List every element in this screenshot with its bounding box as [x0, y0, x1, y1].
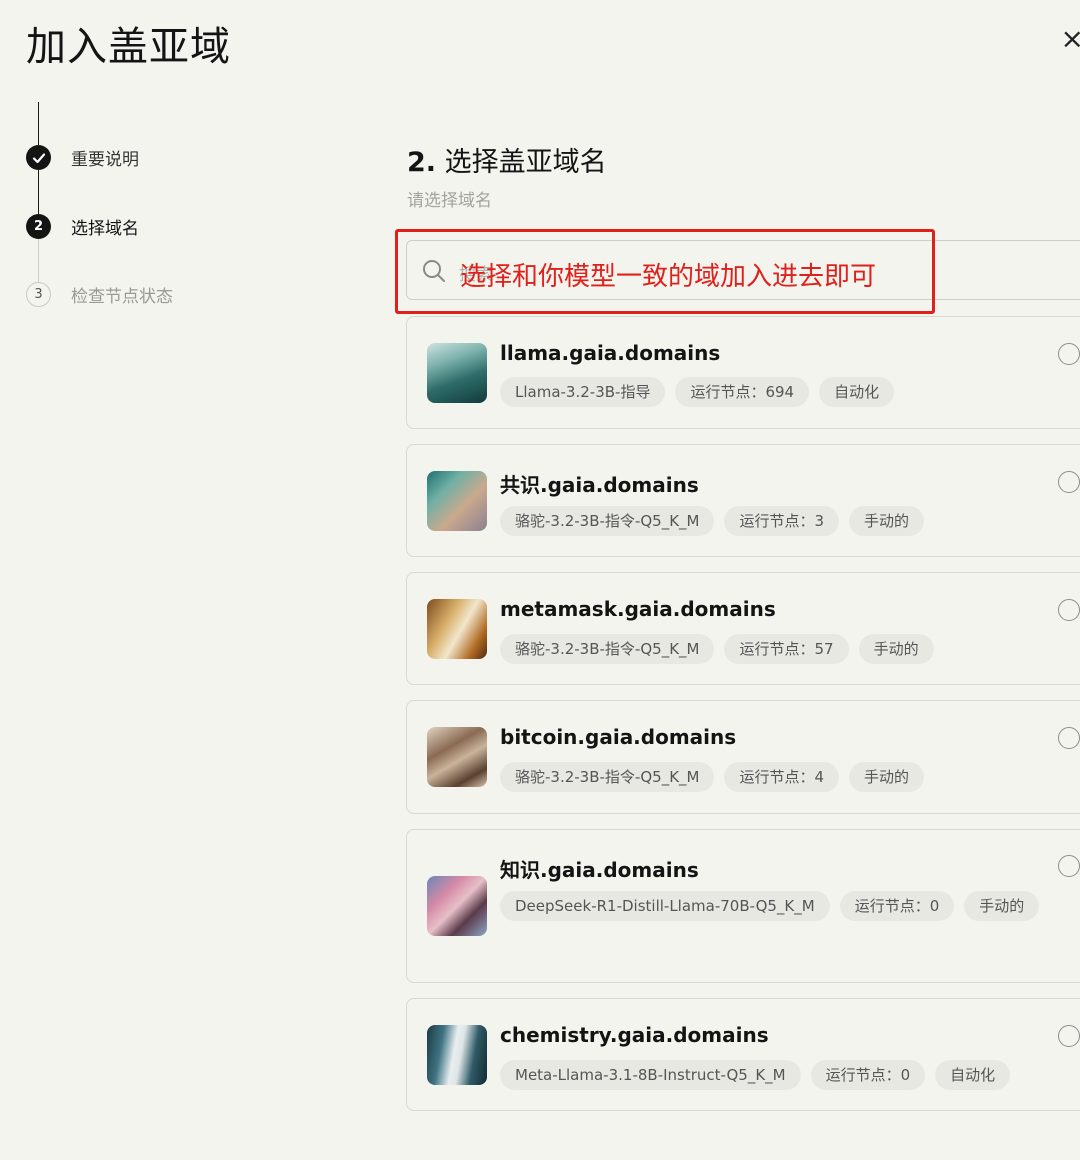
domain-name: chemistry.gaia.domains	[500, 1023, 769, 1047]
model-tag: Llama-3.2-3B-指导	[500, 377, 666, 407]
domain-tags: Meta-Llama-3.1-8B-Instruct-Q5_K_M 运行节点：0…	[500, 1060, 1040, 1090]
step-label: 重要说明	[71, 150, 139, 170]
domain-tags: 骆驼-3.2-3B-指令-Q5_K_M 运行节点：57 手动的	[500, 634, 1040, 664]
domain-card[interactable]: bitcoin.gaia.domains 骆驼-3.2-3B-指令-Q5_K_M…	[406, 700, 1080, 814]
model-tag: Meta-Llama-3.1-8B-Instruct-Q5_K_M	[500, 1060, 801, 1090]
model-tag: 骆驼-3.2-3B-指令-Q5_K_M	[500, 634, 715, 664]
step-check-node-status[interactable]: 3 检查节点状态	[26, 282, 173, 307]
domain-radio[interactable]	[1058, 727, 1080, 749]
mode-tag: 手动的	[858, 634, 934, 664]
section-title: 2. 选择盖亚域名	[407, 140, 607, 179]
model-tag: 骆驼-3.2-3B-指令-Q5_K_M	[500, 762, 715, 792]
domain-name: llama.gaia.domains	[500, 341, 721, 365]
nodes-tag: 运行节点：57	[724, 634, 849, 664]
nodes-tag: 运行节点：0	[839, 891, 955, 921]
domain-tags: 骆驼-3.2-3B-指令-Q5_K_M 运行节点：4 手动的	[500, 762, 1040, 792]
mode-tag: 自动化	[935, 1060, 1011, 1090]
domain-card[interactable]: metamask.gaia.domains 骆驼-3.2-3B-指令-Q5_K_…	[406, 572, 1080, 685]
stepper-line-mid	[38, 170, 39, 214]
domain-tags: 骆驼-3.2-3B-指令-Q5_K_M 运行节点：3 手动的	[500, 506, 1040, 536]
step-number: 3	[26, 282, 51, 307]
domain-name: 共识.gaia.domains	[500, 473, 699, 497]
domain-radio[interactable]	[1058, 471, 1080, 493]
domain-tags: DeepSeek-R1-Distill-Llama-70B-Q5_K_M 运行节…	[500, 891, 1040, 921]
domain-card[interactable]: 知识.gaia.domains DeepSeek-R1-Distill-Llam…	[406, 829, 1080, 983]
domain-thumbnail-image	[427, 727, 487, 787]
nodes-tag: 运行节点：4	[724, 762, 840, 792]
domain-thumbnail-image	[427, 471, 487, 531]
model-tag: DeepSeek-R1-Distill-Llama-70B-Q5_K_M	[500, 891, 830, 921]
mode-tag: 手动的	[849, 762, 925, 792]
domain-card[interactable]: 共识.gaia.domains 骆驼-3.2-3B-指令-Q5_K_M 运行节点…	[406, 444, 1080, 557]
model-tag: 骆驼-3.2-3B-指令-Q5_K_M	[500, 506, 715, 536]
annotation-text: 选择和你模型一致的域加入进去即可	[460, 262, 877, 292]
nodes-tag: 运行节点：694	[675, 377, 810, 407]
stepper-line-top	[38, 102, 39, 146]
domain-name: 知识.gaia.domains	[500, 858, 699, 882]
domain-thumbnail-image	[427, 343, 487, 403]
stepper-line-bottom	[38, 238, 39, 282]
domain-card[interactable]: chemistry.gaia.domains Meta-Llama-3.1-8B…	[406, 998, 1080, 1111]
domain-name: metamask.gaia.domains	[500, 597, 776, 621]
section-title-text: 选择盖亚域名	[436, 147, 607, 178]
step-select-domain[interactable]: 2 选择域名	[26, 214, 139, 239]
domain-radio[interactable]	[1058, 1025, 1080, 1047]
domain-thumbnail-image	[427, 876, 487, 936]
domain-radio[interactable]	[1058, 599, 1080, 621]
nodes-tag: 运行节点：0	[810, 1060, 926, 1090]
domain-thumbnail-image	[427, 1025, 487, 1085]
step-number: 2	[26, 214, 51, 239]
domain-radio[interactable]	[1058, 855, 1080, 877]
section-subtitle: 请选择域名	[407, 191, 492, 211]
mode-tag: 自动化	[819, 377, 895, 407]
step-label: 检查节点状态	[71, 287, 173, 307]
domain-thumbnail-image	[427, 599, 487, 659]
step-important-notes[interactable]: 重要说明	[26, 145, 139, 170]
close-icon[interactable]: ×	[1061, 22, 1080, 55]
section-title-number: 2.	[407, 147, 437, 178]
domain-card[interactable]: llama.gaia.domains Llama-3.2-3B-指导 运行节点：…	[406, 316, 1080, 429]
nodes-tag: 运行节点：3	[724, 506, 840, 536]
page-title: 加入盖亚域	[26, 24, 231, 70]
check-icon	[26, 145, 51, 170]
domain-name: bitcoin.gaia.domains	[500, 725, 737, 749]
step-label: 选择域名	[71, 219, 139, 239]
mode-tag: 手动的	[964, 891, 1040, 921]
domain-tags: Llama-3.2-3B-指导 运行节点：694 自动化	[500, 377, 1040, 407]
domain-radio[interactable]	[1058, 343, 1080, 365]
mode-tag: 手动的	[849, 506, 925, 536]
